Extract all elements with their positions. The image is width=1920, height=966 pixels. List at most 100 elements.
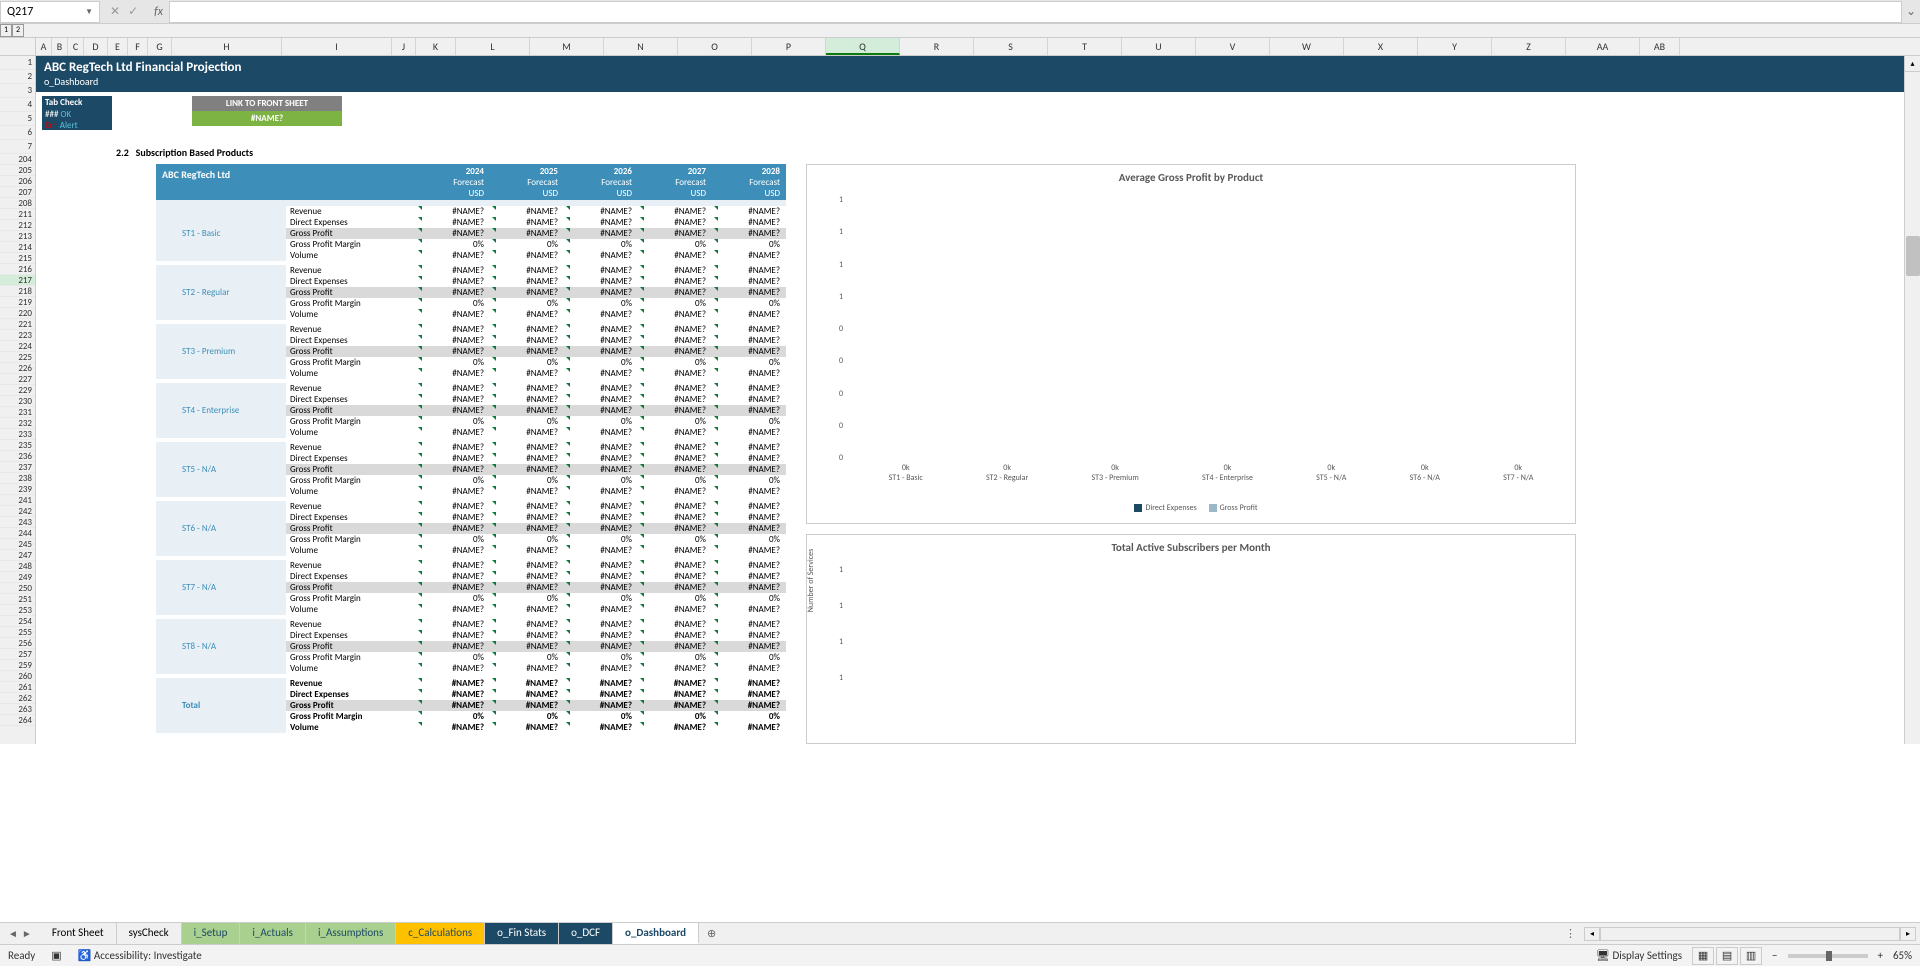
metric-value[interactable]: #NAME?	[712, 324, 786, 335]
metric-value[interactable]: #NAME?	[712, 689, 786, 700]
row-header-223[interactable]: 223	[0, 330, 35, 341]
metric-value[interactable]: #NAME?	[490, 700, 564, 711]
metric-value[interactable]: #NAME?	[490, 689, 564, 700]
metric-value[interactable]: #NAME?	[712, 394, 786, 405]
row-header-245[interactable]: 245	[0, 539, 35, 550]
col-header-S[interactable]: S	[974, 38, 1048, 55]
metric-value[interactable]: #NAME?	[416, 641, 490, 652]
metric-value[interactable]: 0%	[490, 475, 564, 486]
row-header-215[interactable]: 215	[0, 253, 35, 264]
metric-value[interactable]: #NAME?	[638, 287, 712, 298]
metric-value[interactable]: #NAME?	[638, 501, 712, 512]
metric-value[interactable]: #NAME?	[490, 309, 564, 320]
col-header-G[interactable]: G	[148, 38, 172, 55]
metric-value[interactable]: #NAME?	[638, 523, 712, 534]
metric-value[interactable]: #NAME?	[490, 641, 564, 652]
hscroll-track[interactable]	[1600, 927, 1900, 941]
formula-input[interactable]	[169, 1, 1902, 23]
metric-value[interactable]: #NAME?	[564, 453, 638, 464]
metric-value[interactable]: 0%	[638, 593, 712, 604]
metric-value[interactable]: 0%	[712, 534, 786, 545]
metric-value[interactable]: 0%	[564, 652, 638, 663]
metric-value[interactable]: #NAME?	[712, 427, 786, 438]
hscroll-left-icon[interactable]: ◂	[1584, 927, 1600, 941]
metric-value[interactable]: 0%	[712, 298, 786, 309]
row-header-216[interactable]: 216	[0, 264, 35, 275]
metric-value[interactable]: #NAME?	[490, 324, 564, 335]
tab-next-icon[interactable]: ►	[22, 927, 32, 940]
metric-value[interactable]: #NAME?	[638, 228, 712, 239]
zoom-slider[interactable]	[1788, 954, 1868, 958]
metric-value[interactable]: #NAME?	[416, 383, 490, 394]
metric-value[interactable]: 0%	[416, 298, 490, 309]
col-header-M[interactable]: M	[530, 38, 604, 55]
row-header-230[interactable]: 230	[0, 396, 35, 407]
metric-value[interactable]: 0%	[564, 475, 638, 486]
metric-value[interactable]: #NAME?	[564, 582, 638, 593]
col-header-AA[interactable]: AA	[1566, 38, 1640, 55]
row-header-261[interactable]: 261	[0, 682, 35, 693]
metric-value[interactable]: #NAME?	[638, 309, 712, 320]
metric-value[interactable]: #NAME?	[416, 228, 490, 239]
metric-value[interactable]: 0%	[638, 652, 712, 663]
metric-value[interactable]: #NAME?	[564, 442, 638, 453]
metric-value[interactable]: #NAME?	[416, 523, 490, 534]
metric-value[interactable]: #NAME?	[416, 335, 490, 346]
row-header-259[interactable]: 259	[0, 660, 35, 671]
col-header-U[interactable]: U	[1122, 38, 1196, 55]
row-header-235[interactable]: 235	[0, 440, 35, 451]
vertical-scrollbar[interactable]: ▴	[1904, 56, 1920, 744]
metric-value[interactable]: #NAME?	[490, 405, 564, 416]
metric-value[interactable]: #NAME?	[638, 619, 712, 630]
metric-value[interactable]: #NAME?	[712, 309, 786, 320]
metric-value[interactable]: 0%	[638, 298, 712, 309]
metric-value[interactable]: #NAME?	[490, 287, 564, 298]
metric-value[interactable]: #NAME?	[712, 464, 786, 475]
metric-value[interactable]: #NAME?	[638, 630, 712, 641]
metric-value[interactable]: #NAME?	[564, 700, 638, 711]
metric-value[interactable]: #NAME?	[712, 501, 786, 512]
row-header-221[interactable]: 221	[0, 319, 35, 330]
col-header-F[interactable]: F	[128, 38, 148, 55]
metric-value[interactable]: 0%	[564, 239, 638, 250]
row-header-6[interactable]: 6	[0, 126, 35, 140]
row-header-238[interactable]: 238	[0, 473, 35, 484]
row-header-239[interactable]: 239	[0, 484, 35, 495]
metric-value[interactable]: #NAME?	[490, 545, 564, 556]
metric-value[interactable]: #NAME?	[416, 206, 490, 217]
add-sheet-button[interactable]: ⊕	[699, 924, 724, 943]
metric-value[interactable]: #NAME?	[638, 700, 712, 711]
sheet-tab-o_dcf[interactable]: o_DCF	[559, 923, 613, 944]
metric-value[interactable]: #NAME?	[564, 678, 638, 689]
sheet-tab-o_dashboard[interactable]: o_Dashboard	[613, 923, 699, 944]
metric-value[interactable]: #NAME?	[490, 630, 564, 641]
metric-value[interactable]: #NAME?	[712, 265, 786, 276]
row-header-243[interactable]: 243	[0, 517, 35, 528]
metric-value[interactable]: #NAME?	[416, 265, 490, 276]
metric-value[interactable]: 0%	[490, 534, 564, 545]
metric-value[interactable]: #NAME?	[712, 486, 786, 497]
row-header-241[interactable]: 241	[0, 495, 35, 506]
col-header-X[interactable]: X	[1344, 38, 1418, 55]
row-header-219[interactable]: 219	[0, 297, 35, 308]
metric-value[interactable]: #NAME?	[416, 442, 490, 453]
metric-value[interactable]: 0%	[564, 298, 638, 309]
metric-value[interactable]: 0%	[490, 357, 564, 368]
zoom-in-icon[interactable]: +	[1878, 949, 1883, 962]
metric-value[interactable]: 0%	[490, 298, 564, 309]
metric-value[interactable]: #NAME?	[638, 722, 712, 733]
metric-value[interactable]: #NAME?	[564, 663, 638, 674]
row-header-229[interactable]: 229	[0, 385, 35, 396]
metric-value[interactable]: #NAME?	[490, 663, 564, 674]
metric-value[interactable]: #NAME?	[564, 545, 638, 556]
metric-value[interactable]: #NAME?	[490, 560, 564, 571]
metric-value[interactable]: #NAME?	[564, 405, 638, 416]
confirm-icon[interactable]: ✓	[128, 4, 138, 19]
metric-value[interactable]: #NAME?	[638, 427, 712, 438]
metric-value[interactable]: 0%	[564, 416, 638, 427]
metric-value[interactable]: #NAME?	[638, 265, 712, 276]
col-header-E[interactable]: E	[108, 38, 128, 55]
metric-value[interactable]: #NAME?	[638, 206, 712, 217]
metric-value[interactable]: #NAME?	[416, 287, 490, 298]
row-header-204[interactable]: 204	[0, 154, 35, 165]
